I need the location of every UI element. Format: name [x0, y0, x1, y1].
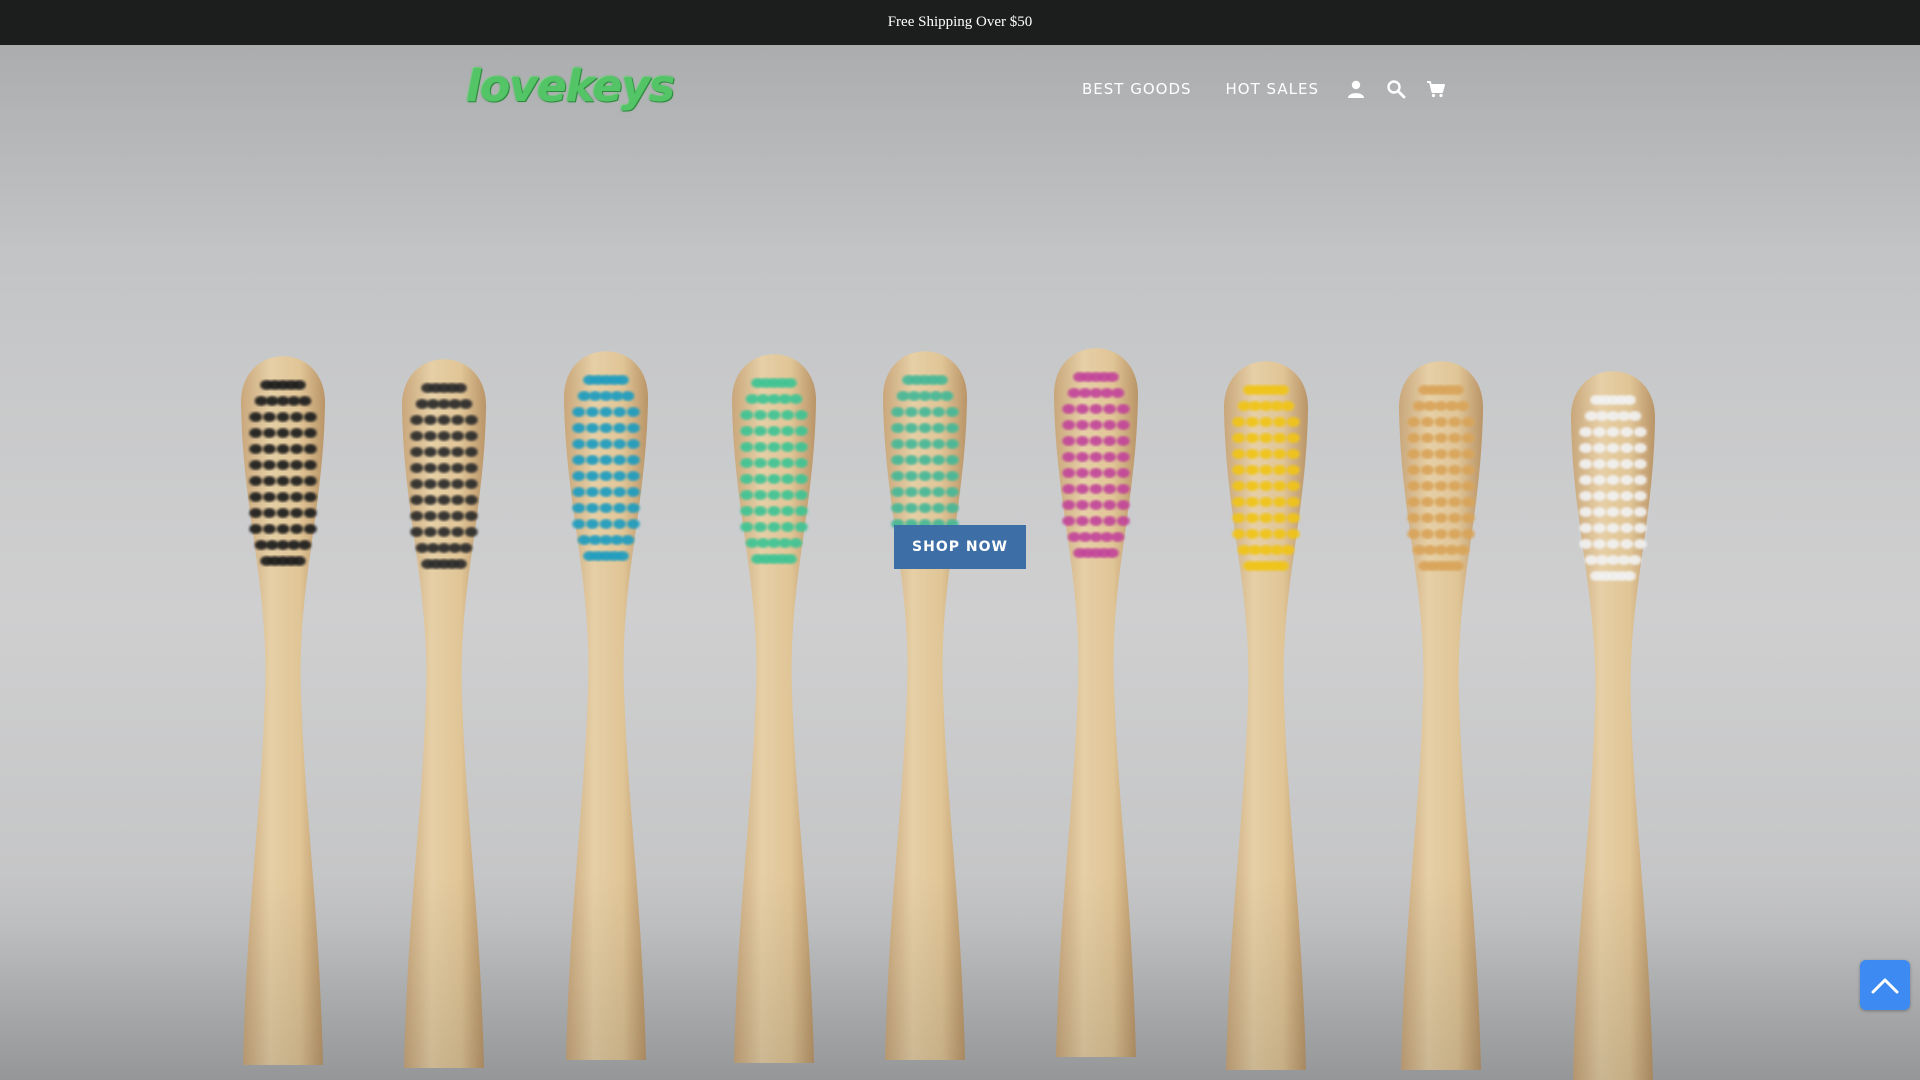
main-nav: BEST GOODS HOT SALES [1082, 78, 1465, 100]
shop-now-button[interactable]: SHOP NOW [894, 525, 1026, 569]
nav-best-goods[interactable]: BEST GOODS [1082, 80, 1192, 98]
toothbrush [563, 351, 649, 1060]
toothbrush [1053, 348, 1139, 1057]
site-logo[interactable]: lovekeys [466, 61, 675, 112]
toothbrush [1223, 361, 1309, 1070]
announcement-bar: Free Shipping Over $50 [0, 0, 1920, 45]
toothbrush [731, 354, 817, 1063]
toothbrush [882, 351, 968, 1060]
cart-icon[interactable] [1425, 78, 1447, 100]
search-icon[interactable] [1385, 78, 1407, 100]
account-icon[interactable] [1345, 78, 1367, 100]
back-to-top-button[interactable] [1860, 960, 1910, 1010]
toothbrush [240, 356, 326, 1065]
chevron-up-icon [1871, 978, 1899, 994]
nav-hot-sales[interactable]: HOT SALES [1226, 80, 1319, 98]
site-header: lovekeys BEST GOODS HOT SALES [0, 45, 1920, 135]
toothbrush [1398, 361, 1484, 1070]
announcement-text: Free Shipping Over $50 [887, 14, 1033, 30]
toothbrush [1570, 371, 1656, 1080]
toothbrush [401, 359, 487, 1068]
